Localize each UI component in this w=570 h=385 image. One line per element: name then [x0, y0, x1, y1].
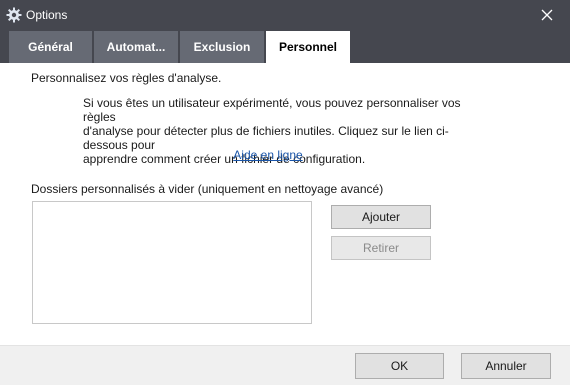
tab-automatique[interactable]: Automat...: [94, 31, 178, 63]
folders-label: Dossiers personnalisés à vider (uniqueme…: [31, 182, 384, 196]
title-bar: Options: [0, 0, 570, 30]
options-dialog: Options Général Automat... Exclusion Per…: [0, 0, 570, 385]
gear-icon: [6, 7, 22, 23]
tab-exclusion[interactable]: Exclusion: [180, 31, 264, 63]
close-icon[interactable]: [524, 0, 570, 30]
custom-folders-list[interactable]: [32, 201, 312, 324]
ok-button[interactable]: OK: [355, 353, 444, 379]
add-button[interactable]: Ajouter: [331, 205, 431, 229]
remove-button[interactable]: Retirer: [331, 236, 431, 260]
tab-general[interactable]: Général: [9, 31, 92, 63]
personnel-panel: Personnalisez vos règles d'analyse. Si v…: [0, 63, 570, 345]
tab-personnel[interactable]: Personnel: [266, 31, 350, 63]
tab-strip: Général Automat... Exclusion Personnel: [0, 30, 570, 63]
help-link[interactable]: Aide en ligne: [0, 148, 536, 162]
dialog-footer: OK Annuler: [0, 345, 570, 385]
cancel-button[interactable]: Annuler: [461, 353, 551, 379]
window-title: Options: [26, 8, 68, 22]
panel-heading: Personnalisez vos règles d'analyse.: [31, 71, 222, 85]
